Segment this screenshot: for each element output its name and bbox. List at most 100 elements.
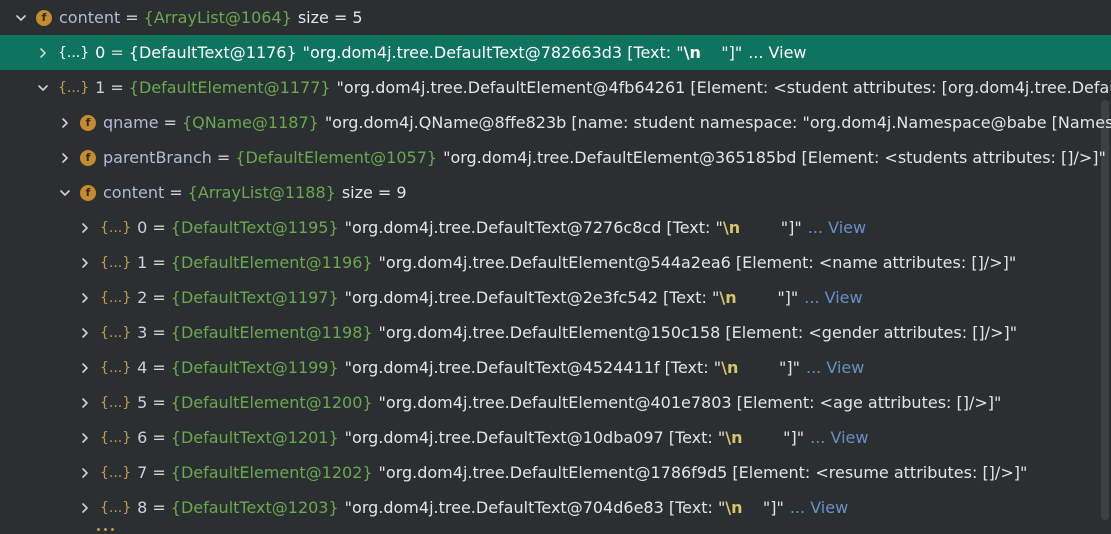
tree-row[interactable]: {...} 4 = {DefaultText@1199} "org.dom4j.tree…: [0, 350, 1111, 385]
variable-type: {DefaultElement@1177}: [128, 78, 331, 97]
variable-value: "org.dom4j.tree.DefaultText@782663d3 [Te…: [302, 43, 684, 62]
tree-row[interactable]: {...} 0 = {DefaultText@1195} "org.dom4j.tree…: [0, 210, 1111, 245]
field-icon: f: [80, 184, 96, 201]
object-icon: {...}: [100, 499, 132, 516]
tree-row[interactable]: {...} 1 = {DefaultElement@1196} "org.dom4j.t…: [0, 245, 1111, 280]
variable-type: {DefaultText@1203}: [170, 498, 339, 517]
variable-value: "org.dom4j.tree.DefaultElement@150c158 […: [378, 323, 1018, 342]
chevron-down-icon[interactable]: [58, 186, 72, 200]
tree-row[interactable]: {...} 6 = {DefaultText@1201} "org.dom4j.tree…: [0, 420, 1111, 455]
variable-value: "org.dom4j.tree.DefaultText@704d6e83 [Te…: [344, 498, 726, 517]
object-icon: {...}: [100, 394, 132, 411]
escape-sequence: \n: [722, 218, 741, 237]
chevron-right-icon[interactable]: [58, 116, 72, 130]
chevron-right-icon[interactable]: [78, 431, 92, 445]
field-icon: f: [80, 149, 96, 166]
variable-name: 8: [137, 498, 148, 517]
variable-value-tail: "]": [700, 43, 743, 62]
equals-sign: =: [110, 78, 124, 97]
escape-sequence: \n: [725, 428, 743, 447]
variable-name: content: [59, 8, 121, 27]
variable-value: "org.dom4j.tree.DefaultText@4524411f [Te…: [344, 358, 722, 377]
equals-sign: =: [169, 183, 183, 202]
variable-value-tail: "]": [742, 498, 784, 517]
variable-value: "org.dom4j.tree.DefaultText@2e3fc542 [Te…: [344, 288, 720, 307]
object-icon: {...}: [58, 79, 90, 96]
variable-value: "org.dom4j.tree.DefaultElement@4fb64261 …: [336, 78, 1111, 97]
chevron-down-icon[interactable]: [36, 81, 50, 95]
equals-sign: =: [152, 288, 166, 307]
variable-type: {DefaultText@1176}: [128, 43, 297, 62]
escape-sequence: \n: [719, 288, 737, 307]
variable-value: "org.dom4j.tree.DefaultElement@401e7803 …: [378, 393, 1002, 412]
view-link[interactable]: ... View: [810, 428, 868, 447]
tree-row[interactable]: f qname = {QName@1187} "org.dom4j.QName@8ffe…: [0, 105, 1111, 140]
object-icon: {...}: [100, 289, 132, 306]
object-icon: {...}: [100, 464, 132, 481]
equals-sign: =: [125, 8, 139, 27]
object-icon: {...}: [100, 324, 132, 341]
view-link[interactable]: ... View: [748, 43, 806, 62]
chevron-right-icon[interactable]: [58, 151, 72, 165]
chevron-right-icon[interactable]: [78, 361, 92, 375]
chevron-right-icon[interactable]: [78, 256, 92, 270]
chevron-right-icon[interactable]: [78, 221, 92, 235]
chevron-right-icon[interactable]: [78, 501, 92, 515]
view-link[interactable]: ... View: [804, 288, 862, 307]
tree-row[interactable]: {...} 2 = {DefaultText@1197} "org.dom4j.tree…: [0, 280, 1111, 315]
tree-row[interactable]: f parentBranch = {DefaultElement@1057} "org.…: [0, 140, 1111, 175]
chevron-down-icon[interactable]: [14, 11, 28, 25]
variable-name: 1: [137, 253, 148, 272]
variable-value-tail: "]": [742, 428, 805, 447]
variable-type: {DefaultText@1197}: [170, 288, 339, 307]
chevron-right-icon[interactable]: [78, 466, 92, 480]
chevron-right-icon[interactable]: [78, 396, 92, 410]
escape-sequence: \n: [725, 498, 743, 517]
variable-name: 5: [137, 393, 148, 412]
variable-type: {QName@1187}: [181, 113, 319, 132]
variable-type: {DefaultElement@1198}: [170, 323, 373, 342]
tree-row[interactable]: f content = {ArrayList@1064} size = 5: [0, 0, 1111, 35]
variable-value: "org.dom4j.tree.DefaultElement@365185bd …: [443, 148, 1106, 167]
field-icon: f: [36, 9, 52, 26]
tree-row[interactable]: {...} 5 = {DefaultElement@1200} "org.dom4j.t…: [0, 385, 1111, 420]
view-link[interactable]: ... View: [808, 218, 866, 237]
object-icon: {...}: [100, 219, 132, 236]
tree-row[interactable]: {...} 0 = {DefaultText@1176} "org.dom4j.tree…: [0, 35, 1111, 70]
variable-name: 0: [95, 43, 106, 62]
variable-type: {DefaultElement@1057}: [235, 148, 438, 167]
variable-name: parentBranch: [103, 148, 212, 167]
collection-size: size = 5: [297, 8, 363, 27]
escape-sequence: \n: [721, 358, 739, 377]
variable-name: 1: [95, 78, 106, 97]
tree-row[interactable]: {...} 8 = {DefaultText@1203} "org.dom4j.tree…: [0, 490, 1111, 525]
equals-sign: =: [152, 323, 166, 342]
tree-row[interactable]: {...} 3 = {DefaultElement@1198} "org.dom4j.t…: [0, 315, 1111, 350]
collection-size: size = 9: [341, 183, 407, 202]
tree-row[interactable]: {...} 1 = {DefaultElement@1177} "org.dom4j.t…: [0, 70, 1111, 105]
variable-value-tail: "]": [740, 218, 802, 237]
tree-row[interactable]: {...} 7 = {DefaultElement@1202} "org.dom4j.t…: [0, 455, 1111, 490]
chevron-right-icon[interactable]: [36, 46, 50, 60]
view-link[interactable]: ... View: [790, 498, 848, 517]
object-icon: {...}: [100, 359, 132, 376]
variable-type: {ArrayList@1064}: [143, 8, 292, 27]
variable-value-tail: "]": [738, 358, 800, 377]
view-link[interactable]: ... View: [806, 358, 864, 377]
variable-name: qname: [103, 113, 159, 132]
equals-sign: =: [216, 148, 231, 167]
variable-type: {DefaultText@1201}: [170, 428, 339, 447]
variable-value-tail: "]": [736, 288, 799, 307]
chevron-right-icon[interactable]: [78, 326, 92, 340]
chevron-right-icon[interactable]: [78, 291, 92, 305]
tree-row[interactable]: f content = {ArrayList@1188} size = 9: [0, 175, 1111, 210]
variable-type: {DefaultElement@1202}: [170, 463, 373, 482]
object-icon: {...}: [100, 429, 132, 446]
equals-sign: =: [110, 43, 124, 62]
variable-name: content: [103, 183, 165, 202]
object-icon: {...}: [100, 254, 132, 271]
variable-value: "org.dom4j.tree.DefaultText@10dba097 [Te…: [344, 428, 726, 447]
variable-name: 7: [137, 463, 148, 482]
equals-sign: =: [152, 498, 166, 517]
variable-type: {DefaultElement@1196}: [170, 253, 373, 272]
